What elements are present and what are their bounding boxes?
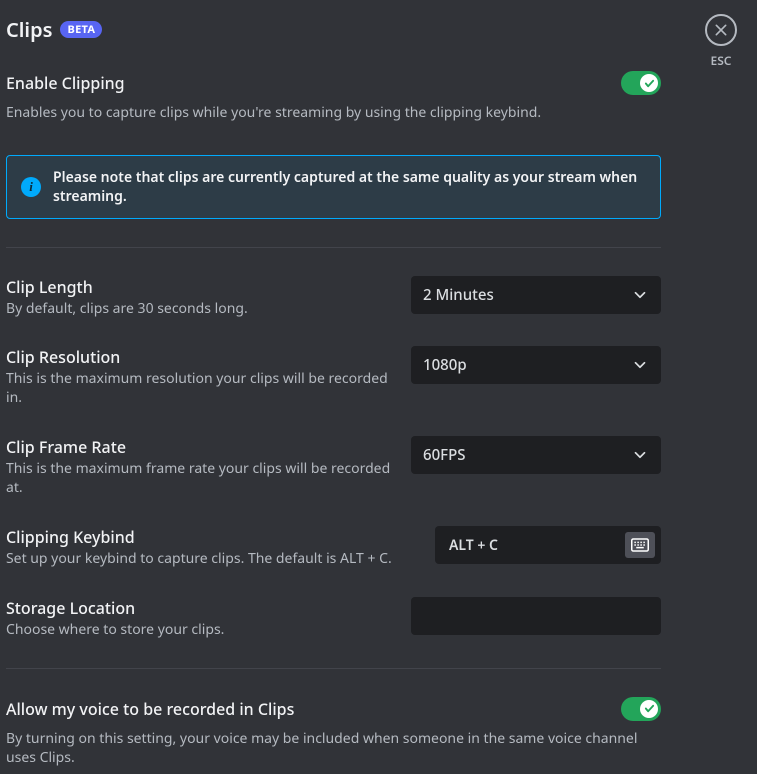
clipping-keybind-field[interactable]: ALT + C <box>435 526 661 564</box>
storage-location-title: Storage Location <box>6 597 391 619</box>
storage-location-desc: Choose where to store your clips. <box>6 621 391 640</box>
clipping-keybind-title: Clipping Keybind <box>6 526 406 548</box>
toggle-knob <box>640 700 658 718</box>
clip-length-title: Clip Length <box>6 276 391 298</box>
clip-framerate-select[interactable]: 60FPS <box>411 436 661 474</box>
close-area: ESC <box>705 14 737 69</box>
clip-resolution-desc: This is the maximum resolution your clip… <box>6 370 391 408</box>
info-note-text: Please note that clips are currently cap… <box>53 168 646 206</box>
divider <box>6 247 661 248</box>
clipping-keybind-desc: Set up your keybind to capture clips. Th… <box>6 550 406 569</box>
storage-location-row: Storage Location Choose where to store y… <box>6 597 661 640</box>
close-button[interactable] <box>705 14 737 46</box>
keyboard-icon <box>631 538 649 552</box>
clip-resolution-select[interactable]: 1080p <box>411 346 661 384</box>
check-icon <box>644 78 655 89</box>
check-icon <box>644 703 655 714</box>
esc-label: ESC <box>711 52 732 69</box>
clipping-keybind-value: ALT + C <box>449 536 498 555</box>
allow-voice-toggle[interactable] <box>621 697 661 721</box>
clip-framerate-value: 60FPS <box>423 445 465 465</box>
clip-framerate-title: Clip Frame Rate <box>6 436 391 458</box>
clip-resolution-title: Clip Resolution <box>6 346 391 368</box>
info-icon: i <box>21 177 41 197</box>
page-header: Clips BETA <box>6 0 661 43</box>
allow-voice-section: Allow my voice to be recorded in Clips B… <box>6 697 661 768</box>
clip-length-desc: By default, clips are 30 seconds long. <box>6 300 391 319</box>
clip-resolution-row: Clip Resolution This is the maximum reso… <box>6 346 661 408</box>
clip-length-value: 2 Minutes <box>423 285 494 305</box>
clip-length-row: Clip Length By default, clips are 30 sec… <box>6 276 661 319</box>
chevron-down-icon <box>631 356 649 374</box>
close-icon <box>713 22 729 38</box>
clip-framerate-desc: This is the maximum frame rate your clip… <box>6 460 391 498</box>
divider <box>6 668 661 669</box>
info-note: i Please note that clips are currently c… <box>6 155 661 219</box>
enable-clipping-title: Enable Clipping <box>6 72 125 94</box>
chevron-down-icon <box>631 286 649 304</box>
keybind-record-button[interactable] <box>625 532 655 558</box>
clip-framerate-row: Clip Frame Rate This is the maximum fram… <box>6 436 661 498</box>
allow-voice-title: Allow my voice to be recorded in Clips <box>6 698 294 720</box>
enable-clipping-toggle[interactable] <box>621 71 661 95</box>
enable-clipping-section: Enable Clipping Enables you to capture c… <box>6 71 661 123</box>
beta-badge: BETA <box>60 21 102 38</box>
allow-voice-desc: By turning on this setting, your voice m… <box>6 729 661 768</box>
toggle-knob <box>640 74 658 92</box>
page-title: Clips <box>6 16 52 43</box>
enable-clipping-desc: Enables you to capture clips while you'r… <box>6 103 661 123</box>
storage-location-field[interactable] <box>411 597 661 635</box>
clipping-keybind-row: Clipping Keybind Set up your keybind to … <box>6 526 661 569</box>
clip-resolution-value: 1080p <box>423 355 467 375</box>
clip-length-select[interactable]: 2 Minutes <box>411 276 661 314</box>
chevron-down-icon <box>631 446 649 464</box>
